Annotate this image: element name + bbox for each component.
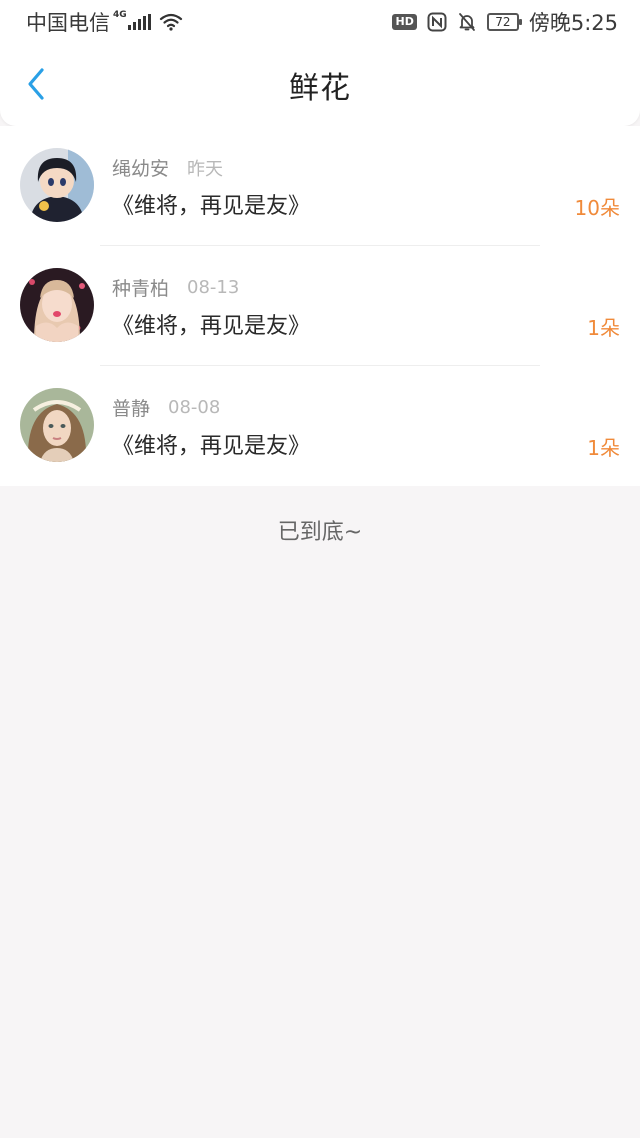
battery-icon: 72 — [486, 13, 522, 31]
flower-list: 绳幼安 昨天 《维将，再见是友》 10朵 种青柏 08-13 《维将，再见是友》… — [0, 126, 640, 486]
bell-off-icon — [458, 13, 475, 31]
flower-count: 1朵 — [587, 316, 620, 340]
carrier-label: 中国电信 — [26, 11, 110, 35]
avatar[interactable] — [20, 388, 94, 462]
wifi-icon — [159, 13, 182, 31]
screen: 中国电信 4G HD 72 傍晚5:25 鲜花 绳幼安 昨天 《维将，再见是友》… — [0, 0, 640, 1138]
clock: 傍晚5:25 — [528, 11, 618, 35]
sender-name[interactable]: 种青柏 — [112, 274, 169, 301]
back-button[interactable] — [18, 66, 54, 102]
status-bar-right: HD 72 傍晚5:25 — [392, 7, 618, 37]
work-title[interactable]: 《维将，再见是友》 — [112, 428, 310, 460]
work-title[interactable]: 《维将，再见是友》 — [112, 188, 310, 220]
signal-icon — [127, 14, 151, 30]
work-title[interactable]: 《维将，再见是友》 — [112, 308, 310, 340]
header: 中国电信 4G HD 72 傍晚5:25 鲜花 — [0, 0, 640, 126]
avatar[interactable] — [20, 268, 94, 342]
nav-bar: 鲜花 — [0, 44, 640, 126]
item-meta: 绳幼安 昨天 — [112, 154, 223, 181]
sender-name[interactable]: 绳幼安 — [112, 154, 169, 181]
item-date: 08-08 — [168, 397, 221, 418]
item-date: 昨天 — [187, 158, 224, 180]
network-type-label: 4G — [113, 10, 127, 20]
end-of-list-label: 已到底~ — [277, 520, 363, 545]
avatar[interactable] — [20, 148, 94, 222]
page-title: 鲜花 — [289, 71, 351, 106]
item-meta: 普静 08-08 — [112, 394, 220, 421]
nfc-icon — [427, 12, 447, 32]
status-bar-left: 中国电信 4G — [26, 7, 183, 37]
item-meta: 种青柏 08-13 — [112, 274, 239, 301]
flower-count: 10朵 — [574, 196, 620, 220]
battery-level: 72 — [495, 15, 511, 29]
hd-badge: HD — [392, 14, 417, 30]
item-date: 08-13 — [187, 277, 240, 298]
list-item[interactable]: 普静 08-08 《维将，再见是友》 1朵 — [0, 366, 640, 486]
status-bar: 中国电信 4G HD 72 傍晚5:25 — [0, 0, 640, 44]
list-item[interactable]: 绳幼安 昨天 《维将，再见是友》 10朵 — [0, 126, 640, 246]
sender-name[interactable]: 普静 — [112, 394, 150, 421]
list-item[interactable]: 种青柏 08-13 《维将，再见是友》 1朵 — [0, 246, 640, 366]
flower-count: 1朵 — [587, 436, 620, 460]
chevron-left-icon — [28, 68, 44, 100]
